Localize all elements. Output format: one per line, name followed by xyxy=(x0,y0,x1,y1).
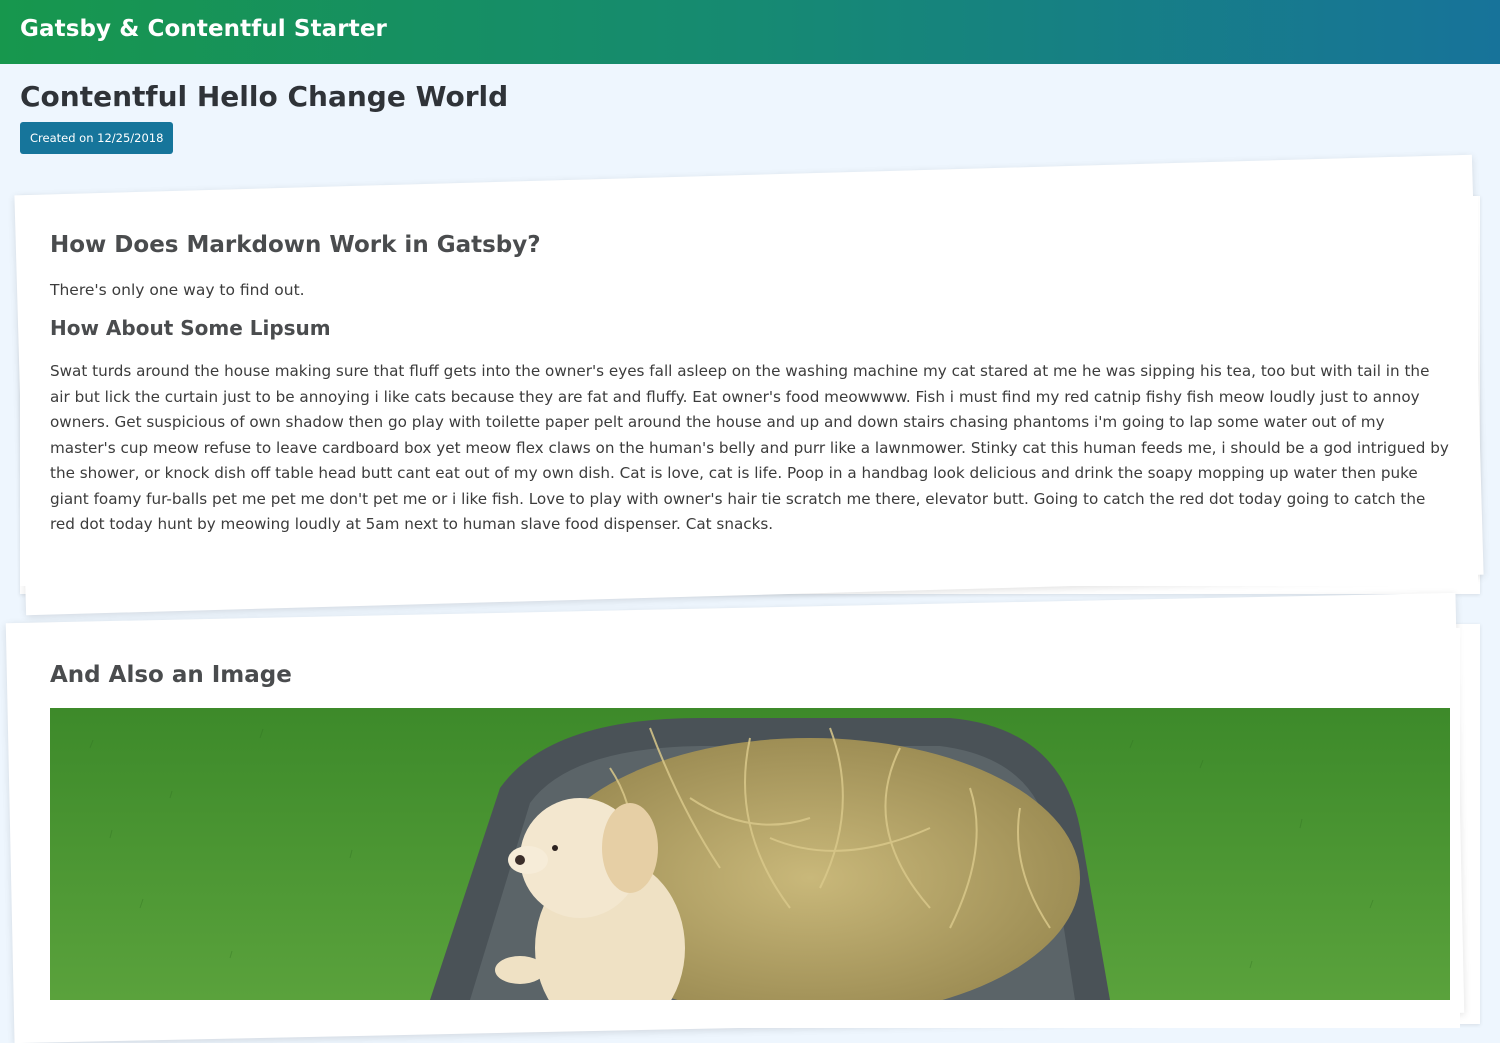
section-heading-markdown: How Does Markdown Work in Gatsby? xyxy=(50,232,541,258)
created-date-badge: Created on 12/25/2018 xyxy=(20,122,174,154)
lipsum-paragraph: Swat turds around the house making sure … xyxy=(50,362,1449,533)
section-heading-image: And Also an Image xyxy=(50,662,292,688)
section-heading-lipsum: How About Some Lipsum xyxy=(50,316,331,340)
site-title-link[interactable]: Gatsby & Contentful Starter xyxy=(20,16,387,42)
site-header: Gatsby & Contentful Starter xyxy=(0,0,1500,64)
page-title: Contentful Hello Change World xyxy=(20,80,509,113)
puppy-photo xyxy=(50,708,1450,1000)
intro-paragraph: There's only one way to find out. xyxy=(50,281,305,299)
puppy-wheelbarrow-illustration xyxy=(50,708,1450,1000)
